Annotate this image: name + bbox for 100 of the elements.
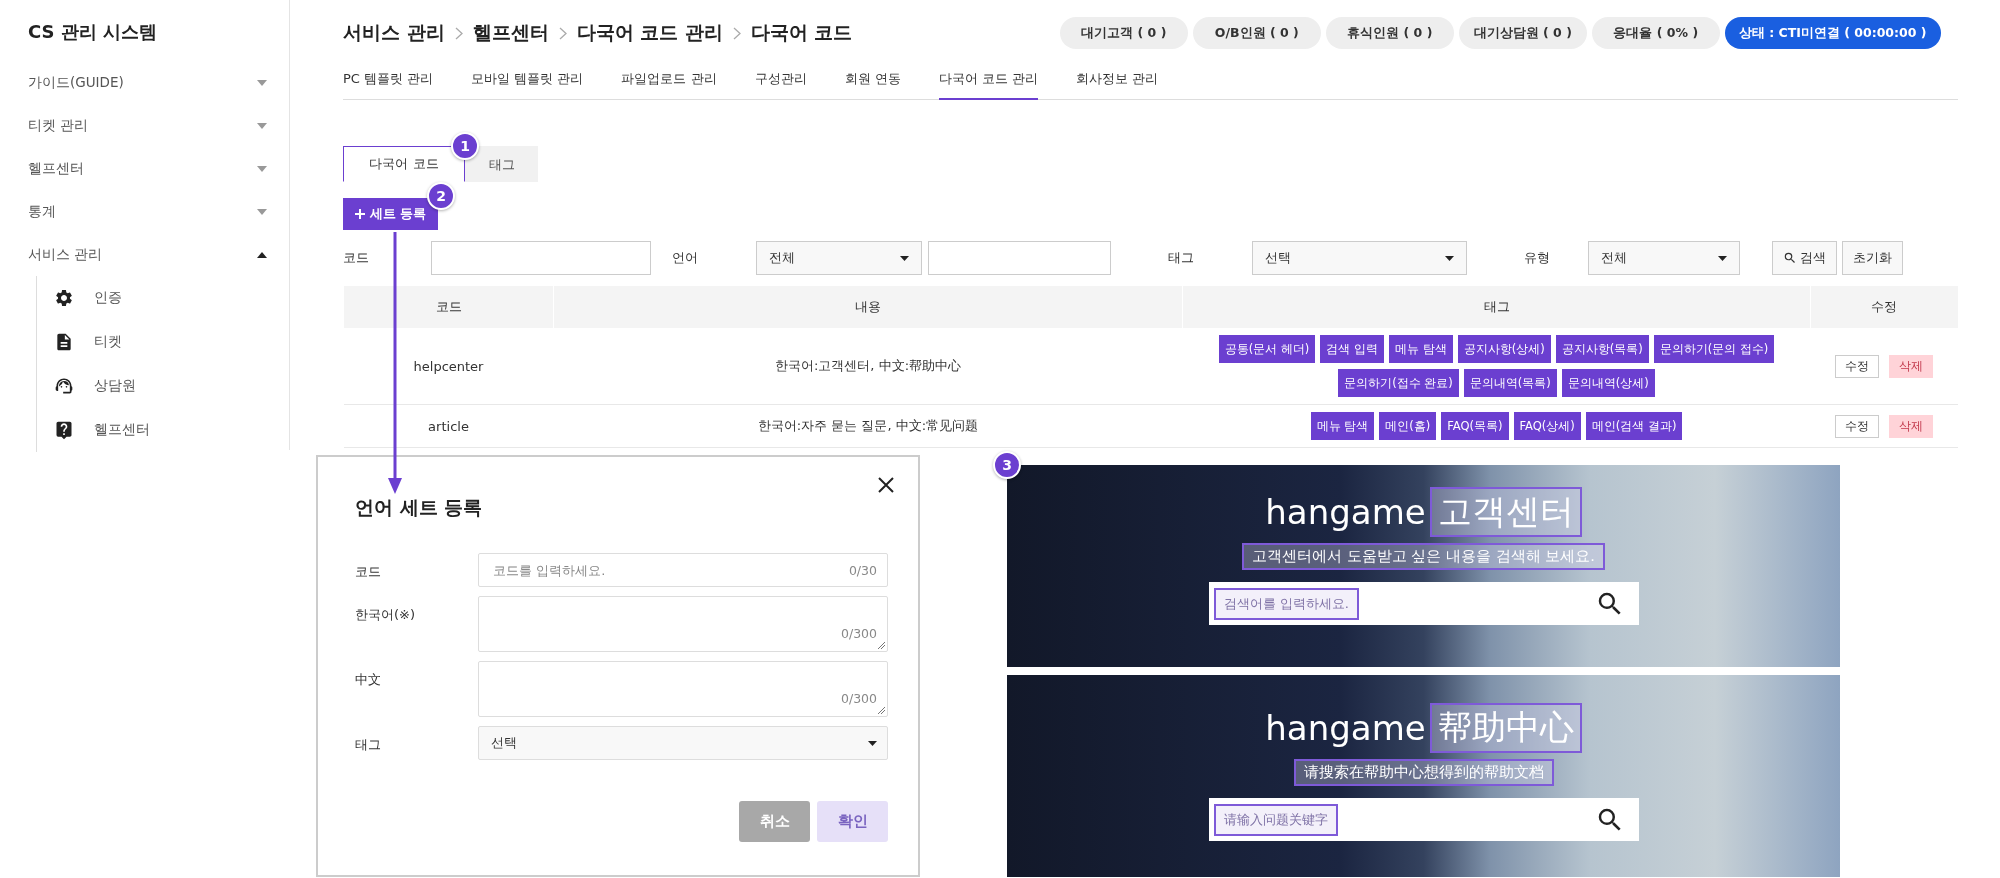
search-icon — [1783, 251, 1797, 265]
tag: 공통(문서 헤더) — [1218, 335, 1316, 363]
filter-label: 코드 — [343, 249, 370, 267]
status-button[interactable]: 상태 : CTI미연결 ( 00:00:00 ) — [1724, 17, 1941, 49]
counter-pill: 휴식인원 ( 0 ) — [1325, 17, 1454, 49]
app-title: CS 관리 시스템 — [28, 20, 159, 44]
chevron-right-icon — [732, 26, 741, 40]
filter-label: 태그 — [1168, 249, 1195, 267]
edit-button[interactable]: 수정 — [1835, 414, 1879, 438]
sidebar-item[interactable]: 헬프센터 — [28, 147, 267, 190]
callout-badge: 1 — [451, 132, 479, 160]
reset-button[interactable]: 초기화 — [1842, 241, 1903, 275]
sidebar-subitem[interactable]: 헬프센터 — [54, 408, 267, 452]
caret-down-icon — [257, 122, 267, 129]
counter-pill: O/B인원 ( 0 ) — [1192, 17, 1321, 49]
sidebar-subitem[interactable]: 티켓 — [54, 320, 267, 364]
sidebar-item[interactable]: 통계 — [28, 190, 267, 233]
sidebar-item[interactable]: 티켓 관리 — [28, 104, 267, 147]
search-field[interactable]: 请输入问题关键字 — [1208, 798, 1639, 841]
counter-pill: 응대율 ( 0% ) — [1591, 17, 1720, 49]
resize-grip-icon — [877, 706, 885, 714]
input-field[interactable] — [928, 241, 1111, 275]
banner-subtitle: 请搜索在帮助中心想得到的帮助文档 — [1293, 759, 1554, 786]
caret-up-icon — [257, 251, 267, 258]
brand-name: hangame — [1265, 492, 1426, 532]
banner-title: 고객센터 — [1429, 487, 1582, 537]
menu-tab[interactable]: 회원 연동 — [844, 66, 901, 100]
tag: 메인(검색 결과) — [1585, 412, 1683, 440]
input-field[interactable]: 코드를 입력하세요. 0/30 — [478, 553, 888, 587]
question-icon — [54, 420, 74, 440]
search-placeholder: 请输入问题关键字 — [1213, 803, 1338, 836]
char-counter: 0/300 — [840, 691, 877, 706]
menu-tab[interactable]: 회사정보 관리 — [1076, 66, 1159, 100]
filter-label: 언어 — [672, 249, 699, 267]
char-counter: 0/30 — [848, 562, 877, 578]
close-button[interactable] — [876, 475, 896, 495]
tag: 문의하기(접수 완료) — [1338, 369, 1459, 397]
dialog-title: 언어 세트 등록 — [355, 495, 484, 520]
tag: 공지사항(목록) — [1555, 335, 1649, 363]
field-label: 中文 — [355, 671, 382, 689]
caret-down-icon — [868, 740, 877, 746]
tag: 문의내역(목록) — [1463, 369, 1557, 397]
menu-tab[interactable]: 파일업로드 관리 — [621, 66, 717, 100]
char-counter: 0/300 — [840, 626, 877, 641]
resize-grip-icon — [877, 641, 885, 649]
tag: 공지사항(상세) — [1457, 335, 1551, 363]
table-cell: article — [343, 404, 554, 448]
counter-pill: 대기고객 ( 0 ) — [1059, 17, 1188, 49]
chevron-right-icon — [558, 26, 567, 40]
register-button[interactable]: 세트 등록 — [343, 198, 438, 230]
text-area[interactable]: 0/300 — [478, 596, 888, 652]
callout-badge: 2 — [427, 182, 455, 210]
menu-tab[interactable]: PC 템플릿 관리 — [343, 66, 434, 100]
breadcrumb-item: 다국어 코드 — [750, 20, 853, 45]
breadcrumb-item[interactable]: 서비스 관리 — [343, 20, 445, 46]
breadcrumb-item[interactable]: 헬프센터 — [472, 20, 549, 46]
menu-tab[interactable]: 구성관리 — [754, 66, 807, 100]
caret-down-icon — [257, 79, 267, 86]
banner-title: 帮助中心 — [1429, 703, 1582, 753]
tag: 메뉴 탐색 — [1310, 412, 1375, 440]
caret-down-icon — [257, 165, 267, 172]
select-field[interactable]: 선택 — [478, 726, 888, 760]
search-field[interactable]: 검색어를 입력하세요. — [1208, 582, 1639, 625]
caret-down-icon — [900, 255, 909, 261]
column-header: 수정 — [1810, 286, 1958, 328]
search-placeholder: 검색어를 입력하세요. — [1213, 587, 1359, 620]
tag: 메뉴 탐색 — [1389, 335, 1453, 363]
sidebar-item[interactable]: 서비스 관리 — [28, 233, 267, 276]
document-icon — [54, 332, 74, 352]
tag: 메인(홈) — [1379, 412, 1437, 440]
tag: 검색 입력 — [1320, 335, 1384, 363]
select-field[interactable]: 전체 — [756, 241, 922, 275]
menu-tab[interactable]: 모바일 템플릿 관리 — [471, 66, 584, 100]
text-input[interactable]: 코드를 입력하세요. — [491, 555, 849, 585]
menu-tab[interactable]: 다국어 코드 관리 — [938, 66, 1038, 100]
filter-label: 유형 — [1524, 249, 1551, 267]
table-cell: 한국어:고객센터, 中文:帮助中心 — [553, 328, 1183, 405]
column-header: 태그 — [1182, 286, 1811, 328]
tag: FAQ(목록) — [1441, 412, 1509, 440]
breadcrumb-item[interactable]: 다국어 코드 관리 — [576, 20, 723, 46]
sidebar-subitem[interactable]: 상담원 — [54, 364, 267, 408]
edit-button[interactable]: 수정 — [1835, 354, 1879, 378]
column-header: 내용 — [553, 286, 1183, 328]
chevron-right-icon — [454, 26, 463, 40]
sidebar-subitem[interactable]: 인증 — [54, 276, 267, 320]
sidebar-item[interactable]: 가이드(GUIDE) — [28, 61, 267, 104]
banner-subtitle: 고객센터에서 도움받고 싶은 내용을 검색해 보세요. — [1242, 543, 1605, 570]
headset-person-icon — [54, 376, 74, 396]
text-area[interactable]: 0/300 — [478, 661, 888, 717]
select-field[interactable]: 전체 — [1588, 241, 1740, 275]
search-button[interactable]: 검색 — [1772, 241, 1837, 275]
brand-name: hangame — [1265, 708, 1426, 748]
field-label: 코드 — [355, 563, 382, 581]
caret-down-icon — [257, 208, 267, 215]
tag: 문의내역(상세) — [1561, 369, 1655, 397]
table-cell: 한국어:자주 묻는 질문, 中文:常见问题 — [553, 404, 1183, 448]
input-field[interactable] — [431, 241, 651, 275]
field-label: 태그 — [355, 736, 382, 754]
select-field[interactable]: 선택 — [1252, 241, 1467, 275]
plus-icon — [354, 209, 365, 219]
